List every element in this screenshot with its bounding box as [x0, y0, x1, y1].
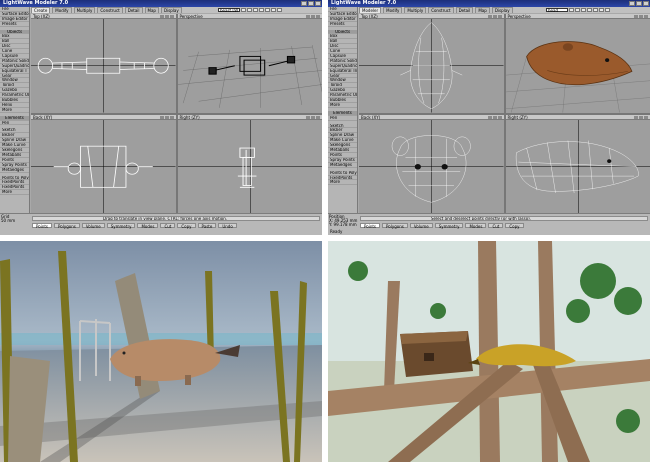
mode-button-modes[interactable]: Modes: [465, 223, 487, 229]
tab-modeler[interactable]: Modeler: [359, 7, 382, 13]
window-title: LightWave Modeler 7.0: [331, 0, 397, 6]
tab-detail[interactable]: Detail: [124, 7, 143, 13]
tab-display[interactable]: Display: [160, 7, 182, 13]
tab-multiply[interactable]: Multiply: [404, 7, 427, 13]
tool-sidebar: File Surface Editor Image Editor Presets Obj…: [328, 7, 358, 213]
layer-name[interactable]: head: [546, 8, 568, 13]
mode-button-symmetry[interactable]: Symmetry: [434, 223, 464, 229]
bottom-panel: Position X: 49.253 mm Y: 99.178 mm Selec…: [328, 213, 650, 235]
tab-map[interactable]: Map: [144, 7, 159, 13]
position-readout: Position X: 49.253 mm Y: 99.178 mm: [329, 214, 358, 227]
maximize-icon[interactable]: [308, 1, 314, 6]
menu-tabs: Create Modify Multiply Construct Detail Map Di…: [0, 7, 322, 13]
viewport-back[interactable]: Back (XY): [359, 114, 504, 213]
shaded-head-perspective: [505, 41, 650, 113]
layer-selector[interactable]: head: [546, 8, 610, 13]
title-bar: LightWave Modeler 7.0: [0, 0, 322, 7]
layer-name[interactable]: beast.LW: [218, 8, 240, 13]
title-bar: LightWave Modeler 7.0: [328, 0, 650, 7]
mode-buttons: Points Polygons Volume Symmetry Modes Cut Copy…: [32, 223, 320, 229]
mode-button-cut[interactable]: Cut: [160, 223, 176, 229]
layer-selector[interactable]: beast.LW: [218, 8, 282, 13]
viewport-top[interactable]: Top (XZ): [31, 14, 176, 113]
tab-construct[interactable]: Construct: [97, 7, 123, 13]
modeler-window-beast: LightWave Modeler 7.0 Create Modify Multip…: [0, 0, 322, 235]
tab-detail[interactable]: Detail: [455, 7, 474, 13]
viewport-perspective[interactable]: Perspective: [505, 14, 650, 113]
tab-multiply[interactable]: Multiply: [73, 7, 96, 13]
mode-button-undo[interactable]: Undo: [218, 223, 237, 229]
window-title: LightWave Modeler 7.0: [3, 0, 69, 6]
hint-bar: Select and deselect points directly (or …: [360, 216, 648, 221]
wireframe-right: [177, 119, 322, 213]
tab-construct[interactable]: Construct: [428, 7, 454, 13]
grid-readout: Grid 50 mm: [1, 214, 16, 223]
close-icon[interactable]: [315, 1, 321, 6]
rendered-image: [328, 241, 650, 462]
tab-display[interactable]: Display: [491, 7, 513, 13]
mode-button-modes[interactable]: Modes: [137, 223, 159, 229]
tab-create[interactable]: Create: [31, 7, 51, 13]
viewport-top[interactable]: Top (XZ): [359, 14, 504, 113]
sidebar-item[interactable]: More: [0, 190, 29, 196]
render-forest-scene: [328, 241, 650, 462]
mode-button-cut[interactable]: Cut: [488, 223, 504, 229]
wireframe-perspective: [177, 45, 322, 108]
wireframe-back: [31, 119, 176, 213]
tab-modify[interactable]: Modify: [383, 7, 403, 13]
wireframe-head-right: [505, 119, 650, 213]
minimize-icon[interactable]: [629, 1, 635, 6]
mode-button-points[interactable]: Points: [32, 223, 53, 229]
viewport-right[interactable]: Right (ZY): [177, 114, 322, 213]
render-beaver-scene: [0, 241, 322, 462]
mode-button-volume[interactable]: Volume: [409, 223, 433, 229]
wireframe-top: [31, 19, 176, 113]
mode-button-polygons[interactable]: Polygons: [54, 223, 80, 229]
rendered-image: [0, 241, 322, 462]
menu-tabs: Modeler Modify Multiply Construct Detail Map D…: [328, 7, 650, 13]
mode-button-points[interactable]: Points: [360, 223, 381, 229]
minimize-icon[interactable]: [301, 1, 307, 6]
tool-sidebar: File Surface Editor Image Editor Presets Obj…: [0, 7, 30, 213]
mode-button-copy[interactable]: Copy: [505, 223, 524, 229]
viewport-perspective[interactable]: Perspective: [177, 14, 322, 113]
tab-modify[interactable]: Modify: [52, 7, 72, 13]
wireframe-head-back: [359, 119, 504, 213]
mode-button-paste[interactable]: Paste: [197, 223, 217, 229]
close-icon[interactable]: [643, 1, 649, 6]
modeler-window-head: LightWave Modeler 7.0 Modeler Modify Multi…: [328, 0, 650, 235]
viewport-right[interactable]: Right (ZY): [505, 114, 650, 213]
mode-button-copy[interactable]: Copy: [177, 223, 196, 229]
maximize-icon[interactable]: [636, 1, 642, 6]
viewport-grid: Top (XZ) Perspective Back (XY) Right (ZY…: [31, 14, 322, 213]
mode-button-symmetry[interactable]: Symmetry: [106, 223, 136, 229]
wireframe-head-top: [359, 19, 504, 113]
tab-map[interactable]: Map: [475, 7, 490, 13]
status-text: Ready: [330, 229, 343, 234]
mode-button-polygons[interactable]: Polygons: [382, 223, 408, 229]
viewport-back[interactable]: Back (XY): [31, 114, 176, 213]
sidebar-item[interactable]: More: [328, 180, 357, 186]
mode-button-volume[interactable]: Volume: [81, 223, 105, 229]
viewport-grid: Top (XZ) Perspective Back (XY) Right (ZY…: [359, 14, 650, 213]
hint-bar: Drag to translate in view plane. CTRL: f…: [32, 216, 320, 221]
bottom-panel: Grid 50 mm Drag to translate in view plan…: [0, 213, 322, 235]
mode-buttons: Points Polygons Volume Symmetry Modes Cut Copy: [360, 223, 648, 229]
